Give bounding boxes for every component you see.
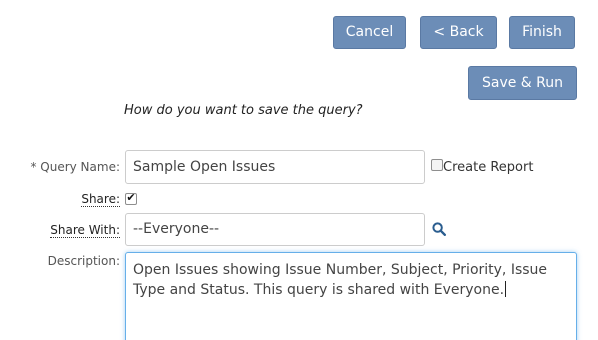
- query-name-input[interactable]: Sample Open Issues: [125, 150, 425, 184]
- save-query-page: Cancel < Back Finish Save & Run How do y…: [0, 0, 598, 340]
- description-label: Description:: [47, 254, 120, 268]
- text-cursor: [505, 281, 507, 297]
- share-label: Share:: [81, 192, 120, 207]
- query-name-label: * Query Name:: [30, 160, 120, 174]
- save-and-run-button[interactable]: Save & Run: [468, 66, 577, 100]
- cancel-button[interactable]: Cancel: [333, 16, 406, 49]
- description-text: Open Issues showing Issue Number, Subjec…: [133, 262, 548, 298]
- share-with-label: Share With:: [50, 223, 120, 238]
- create-report-label[interactable]: Create Report: [443, 160, 533, 175]
- back-button[interactable]: < Back: [420, 16, 497, 49]
- share-with-input[interactable]: --Everyone--: [125, 213, 425, 246]
- description-textarea[interactable]: Open Issues showing Issue Number, Subjec…: [125, 252, 577, 340]
- save-query-prompt: How do you want to save the query?: [124, 103, 363, 118]
- check-icon: ✔: [126, 191, 136, 204]
- share-checkbox[interactable]: ✔: [125, 191, 137, 205]
- create-report-checkbox[interactable]: [431, 159, 443, 171]
- finish-button[interactable]: Finish: [509, 16, 575, 49]
- search-icon[interactable]: [432, 222, 446, 236]
